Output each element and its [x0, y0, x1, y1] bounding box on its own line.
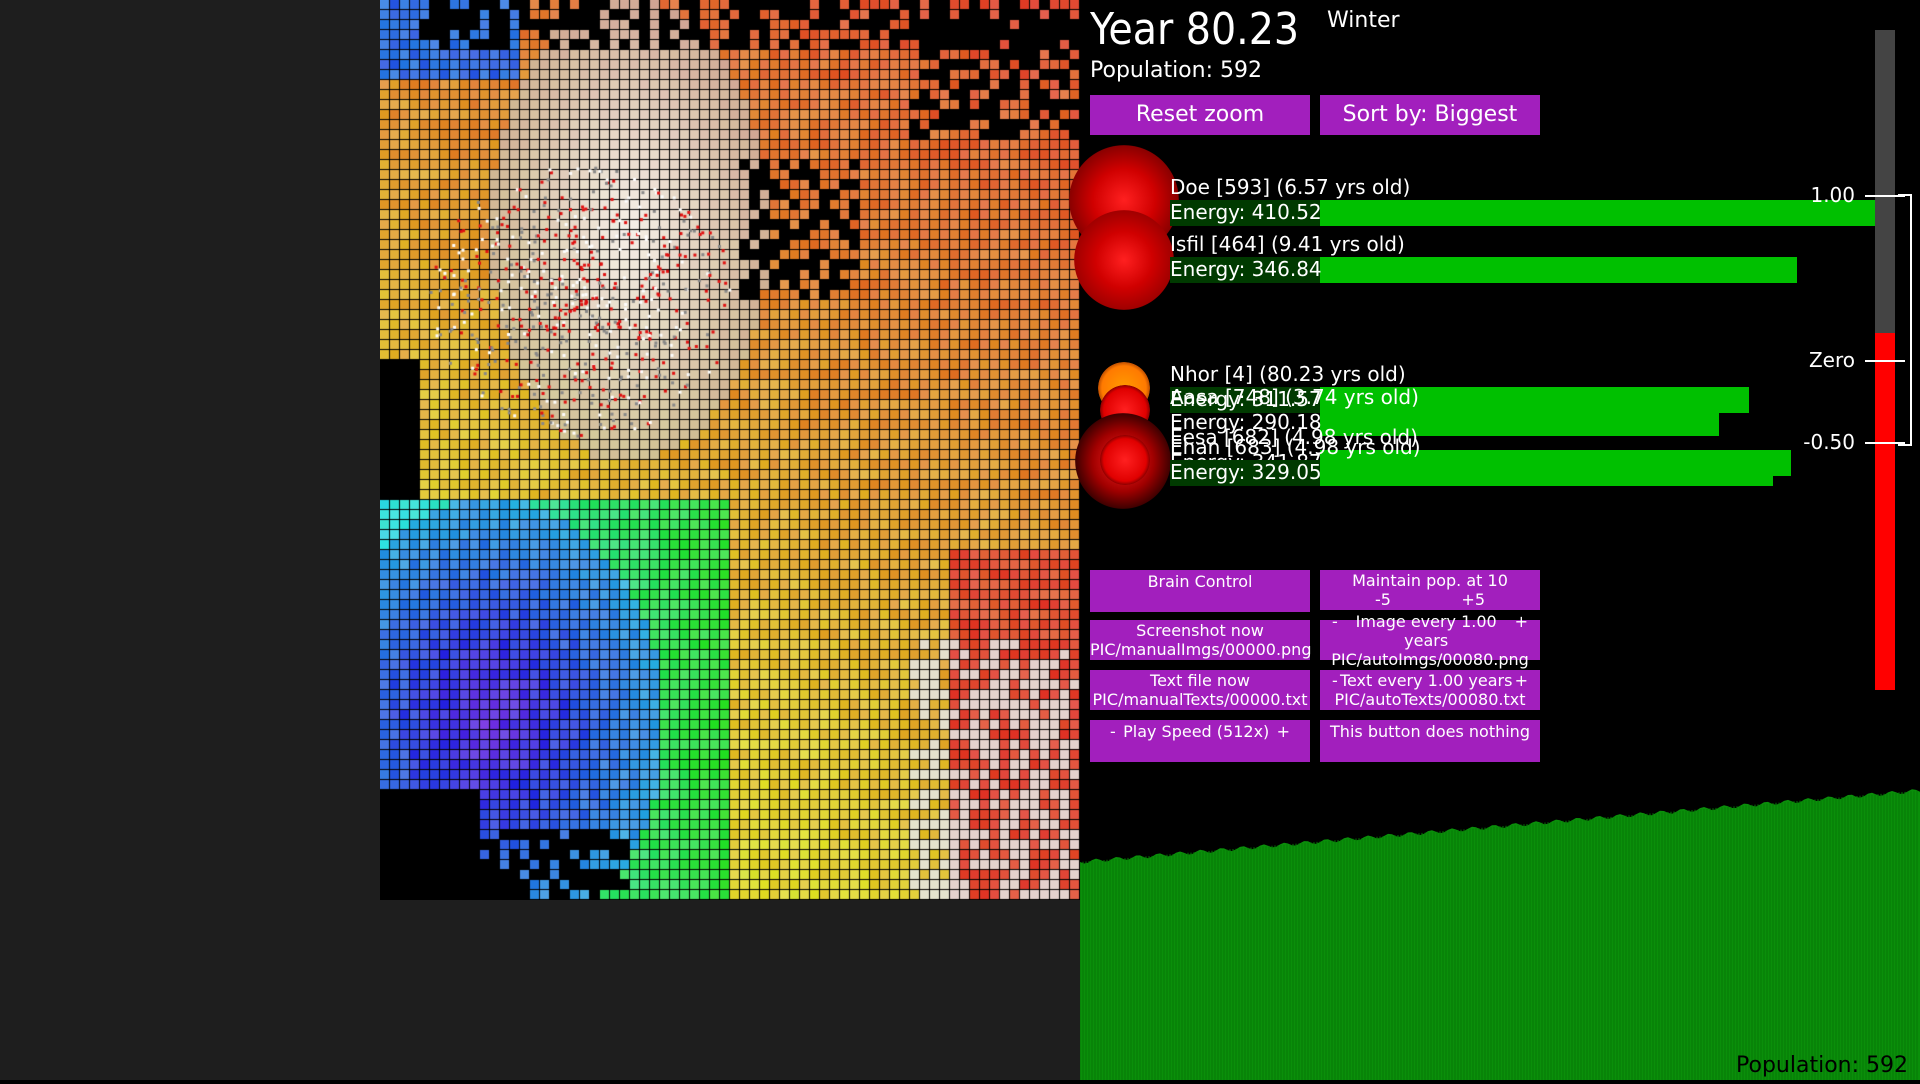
reset-zoom-button[interactable]: Reset zoom: [1090, 95, 1310, 135]
text-every-label: Text every 1.00 years: [1339, 671, 1513, 690]
population-graph: Population: 592: [1079, 760, 1920, 1080]
creature-energy: Energy: 329.05: [1170, 460, 1322, 484]
image-every-plus-button[interactable]: +: [1515, 612, 1528, 650]
play-speed-plus-button[interactable]: +: [1277, 722, 1290, 741]
population-graph-svg: [1079, 789, 1920, 1080]
nothing-label: This button does nothing: [1330, 722, 1530, 741]
creature-name: Nhor [4] (80.23 yrs old): [1170, 362, 1406, 386]
population-graph-label: Population: 592: [1736, 1053, 1908, 1078]
population-count: Population: 592: [1090, 58, 1262, 83]
screenshot-label: Screenshot now: [1136, 621, 1264, 640]
scale-bottom-label: -0.50: [1803, 430, 1855, 454]
creature-name: Ehan [683] (4.98 yrs old): [1170, 435, 1421, 459]
screenshot-button[interactable]: Screenshot now PIC/manualImgs/00000.png: [1090, 620, 1312, 660]
energy-bar: [1320, 257, 1797, 283]
creature-name: Doe [593] (6.57 yrs old): [1170, 175, 1411, 199]
season-label: Winter: [1327, 8, 1400, 33]
play-speed-button[interactable]: - Play Speed (512x) +: [1090, 720, 1310, 762]
brain-scale-fill: [1875, 333, 1895, 690]
brain-control-button[interactable]: Brain Control: [1090, 570, 1310, 612]
brain-control-label: Brain Control: [1147, 572, 1253, 591]
scale-top-label: 1.00: [1810, 183, 1855, 207]
creature-name: Aasa [748] (3.74 yrs old): [1170, 385, 1419, 409]
creature-energy: Energy: 410.52: [1170, 200, 1322, 224]
text-every-minus-button[interactable]: -: [1332, 671, 1338, 690]
sort-by-button[interactable]: Sort by: Biggest: [1320, 95, 1540, 135]
creature-icon[interactable]: [1074, 210, 1174, 310]
text-every-button[interactable]: - Text every 1.00 years + PIC/autoTexts/…: [1320, 670, 1540, 710]
year-display: Year 80.23: [1090, 4, 1300, 55]
image-every-path: PIC/autoImgs/00080.png: [1331, 649, 1529, 669]
maintain-pop-label: Maintain pop. at 10: [1352, 571, 1508, 590]
play-speed-minus-button[interactable]: -: [1110, 722, 1116, 741]
scale-bottom-tick: [1865, 442, 1905, 444]
world-map[interactable]: [380, 0, 1080, 900]
creature-icon[interactable]: [1100, 435, 1150, 485]
nothing-button[interactable]: This button does nothing: [1320, 720, 1540, 762]
image-every-button[interactable]: - Image every 1.00 years + PIC/autoImgs/…: [1320, 612, 1540, 669]
creature-energy: Energy: 346.84: [1170, 257, 1322, 281]
creature-name: Isfil [464] (9.41 yrs old): [1170, 232, 1405, 256]
left-empty-panel: [0, 0, 380, 1080]
scale-top-tick: [1865, 195, 1905, 197]
maintain-minus-button[interactable]: -5: [1375, 590, 1391, 609]
scale-zero-tick: [1865, 360, 1905, 362]
text-file-label: Text file now: [1150, 671, 1250, 690]
terrain-grid[interactable]: [380, 0, 1080, 900]
image-every-label: Image every 1.00 years: [1355, 611, 1497, 650]
text-every-plus-button[interactable]: +: [1515, 671, 1528, 690]
maintain-pop-button[interactable]: Maintain pop. at 10 -5 +5: [1320, 570, 1540, 610]
scale-zero-label: Zero: [1808, 348, 1855, 372]
text-every-path: PIC/autoTexts/00080.txt: [1334, 690, 1526, 709]
text-file-button[interactable]: Text file now PIC/manualTexts/00000.txt: [1090, 670, 1310, 710]
screenshot-path: PIC/manualImgs/00000.png: [1090, 640, 1312, 659]
maintain-plus-button[interactable]: +5: [1461, 590, 1485, 609]
energy-bar: [1320, 460, 1773, 486]
bottom-empty-panel: [380, 900, 1080, 1080]
text-file-path: PIC/manualTexts/00000.txt: [1092, 690, 1308, 709]
play-speed-label: Play Speed (512x): [1123, 722, 1270, 741]
scale-bracket: [1898, 194, 1912, 446]
